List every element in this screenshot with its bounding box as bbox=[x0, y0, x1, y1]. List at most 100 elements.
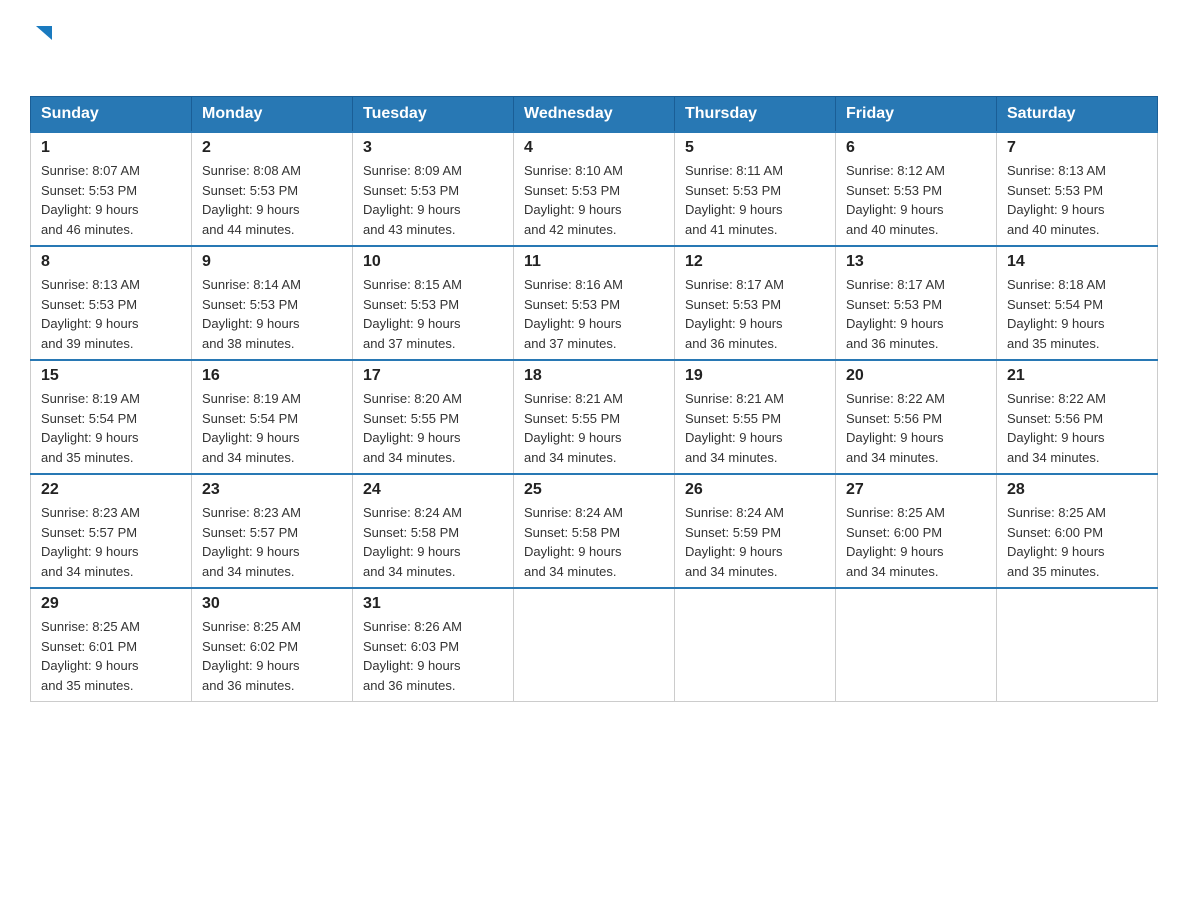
column-header-saturday: Saturday bbox=[997, 97, 1158, 133]
calendar-cell: 1 Sunrise: 8:07 AM Sunset: 5:53 PM Dayli… bbox=[31, 132, 192, 246]
day-number: 16 bbox=[202, 367, 342, 385]
calendar-cell: 13 Sunrise: 8:17 AM Sunset: 5:53 PM Dayl… bbox=[836, 246, 997, 360]
column-header-wednesday: Wednesday bbox=[514, 97, 675, 133]
day-info: Sunrise: 8:19 AM Sunset: 5:54 PM Dayligh… bbox=[202, 389, 342, 467]
day-info: Sunrise: 8:24 AM Sunset: 5:58 PM Dayligh… bbox=[363, 503, 503, 581]
calendar-cell bbox=[836, 588, 997, 702]
calendar-header-row: SundayMondayTuesdayWednesdayThursdayFrid… bbox=[31, 97, 1158, 133]
day-number: 7 bbox=[1007, 139, 1147, 157]
day-number: 21 bbox=[1007, 367, 1147, 385]
day-info: Sunrise: 8:17 AM Sunset: 5:53 PM Dayligh… bbox=[685, 275, 825, 353]
column-header-monday: Monday bbox=[192, 97, 353, 133]
week-row-1: 1 Sunrise: 8:07 AM Sunset: 5:53 PM Dayli… bbox=[31, 132, 1158, 246]
day-number: 26 bbox=[685, 481, 825, 499]
day-number: 29 bbox=[41, 595, 181, 613]
day-number: 28 bbox=[1007, 481, 1147, 499]
day-info: Sunrise: 8:18 AM Sunset: 5:54 PM Dayligh… bbox=[1007, 275, 1147, 353]
day-info: Sunrise: 8:23 AM Sunset: 5:57 PM Dayligh… bbox=[202, 503, 342, 581]
calendar-cell: 23 Sunrise: 8:23 AM Sunset: 5:57 PM Dayl… bbox=[192, 474, 353, 588]
calendar-cell: 5 Sunrise: 8:11 AM Sunset: 5:53 PM Dayli… bbox=[675, 132, 836, 246]
calendar-table: SundayMondayTuesdayWednesdayThursdayFrid… bbox=[30, 96, 1158, 702]
day-info: Sunrise: 8:25 AM Sunset: 6:00 PM Dayligh… bbox=[846, 503, 986, 581]
week-row-4: 22 Sunrise: 8:23 AM Sunset: 5:57 PM Dayl… bbox=[31, 474, 1158, 588]
day-number: 14 bbox=[1007, 253, 1147, 271]
day-number: 15 bbox=[41, 367, 181, 385]
column-header-tuesday: Tuesday bbox=[353, 97, 514, 133]
calendar-cell bbox=[514, 588, 675, 702]
week-row-5: 29 Sunrise: 8:25 AM Sunset: 6:01 PM Dayl… bbox=[31, 588, 1158, 702]
day-info: Sunrise: 8:26 AM Sunset: 6:03 PM Dayligh… bbox=[363, 617, 503, 695]
calendar-cell: 18 Sunrise: 8:21 AM Sunset: 5:55 PM Dayl… bbox=[514, 360, 675, 474]
calendar-cell: 28 Sunrise: 8:25 AM Sunset: 6:00 PM Dayl… bbox=[997, 474, 1158, 588]
calendar-cell: 21 Sunrise: 8:22 AM Sunset: 5:56 PM Dayl… bbox=[997, 360, 1158, 474]
column-header-thursday: Thursday bbox=[675, 97, 836, 133]
calendar-cell: 29 Sunrise: 8:25 AM Sunset: 6:01 PM Dayl… bbox=[31, 588, 192, 702]
day-info: Sunrise: 8:25 AM Sunset: 6:01 PM Dayligh… bbox=[41, 617, 181, 695]
week-row-2: 8 Sunrise: 8:13 AM Sunset: 5:53 PM Dayli… bbox=[31, 246, 1158, 360]
day-info: Sunrise: 8:24 AM Sunset: 5:59 PM Dayligh… bbox=[685, 503, 825, 581]
day-number: 31 bbox=[363, 595, 503, 613]
calendar-cell: 26 Sunrise: 8:24 AM Sunset: 5:59 PM Dayl… bbox=[675, 474, 836, 588]
calendar-cell: 8 Sunrise: 8:13 AM Sunset: 5:53 PM Dayli… bbox=[31, 246, 192, 360]
logo bbox=[30, 20, 54, 76]
calendar-cell: 9 Sunrise: 8:14 AM Sunset: 5:53 PM Dayli… bbox=[192, 246, 353, 360]
calendar-cell: 16 Sunrise: 8:19 AM Sunset: 5:54 PM Dayl… bbox=[192, 360, 353, 474]
calendar-cell: 11 Sunrise: 8:16 AM Sunset: 5:53 PM Dayl… bbox=[514, 246, 675, 360]
day-info: Sunrise: 8:09 AM Sunset: 5:53 PM Dayligh… bbox=[363, 161, 503, 239]
calendar-cell: 17 Sunrise: 8:20 AM Sunset: 5:55 PM Dayl… bbox=[353, 360, 514, 474]
day-info: Sunrise: 8:07 AM Sunset: 5:53 PM Dayligh… bbox=[41, 161, 181, 239]
day-info: Sunrise: 8:16 AM Sunset: 5:53 PM Dayligh… bbox=[524, 275, 664, 353]
day-info: Sunrise: 8:12 AM Sunset: 5:53 PM Dayligh… bbox=[846, 161, 986, 239]
day-info: Sunrise: 8:24 AM Sunset: 5:58 PM Dayligh… bbox=[524, 503, 664, 581]
day-number: 3 bbox=[363, 139, 503, 157]
calendar-body: 1 Sunrise: 8:07 AM Sunset: 5:53 PM Dayli… bbox=[31, 132, 1158, 702]
logo-triangle-icon bbox=[32, 22, 54, 44]
calendar-cell: 12 Sunrise: 8:17 AM Sunset: 5:53 PM Dayl… bbox=[675, 246, 836, 360]
day-info: Sunrise: 8:17 AM Sunset: 5:53 PM Dayligh… bbox=[846, 275, 986, 353]
day-number: 6 bbox=[846, 139, 986, 157]
page-header bbox=[30, 20, 1158, 76]
column-header-friday: Friday bbox=[836, 97, 997, 133]
day-info: Sunrise: 8:25 AM Sunset: 6:02 PM Dayligh… bbox=[202, 617, 342, 695]
calendar-cell: 30 Sunrise: 8:25 AM Sunset: 6:02 PM Dayl… bbox=[192, 588, 353, 702]
day-number: 19 bbox=[685, 367, 825, 385]
day-number: 27 bbox=[846, 481, 986, 499]
day-info: Sunrise: 8:21 AM Sunset: 5:55 PM Dayligh… bbox=[524, 389, 664, 467]
calendar-cell: 3 Sunrise: 8:09 AM Sunset: 5:53 PM Dayli… bbox=[353, 132, 514, 246]
day-number: 1 bbox=[41, 139, 181, 157]
calendar-cell: 14 Sunrise: 8:18 AM Sunset: 5:54 PM Dayl… bbox=[997, 246, 1158, 360]
day-info: Sunrise: 8:23 AM Sunset: 5:57 PM Dayligh… bbox=[41, 503, 181, 581]
day-number: 18 bbox=[524, 367, 664, 385]
day-number: 23 bbox=[202, 481, 342, 499]
day-info: Sunrise: 8:13 AM Sunset: 5:53 PM Dayligh… bbox=[1007, 161, 1147, 239]
column-header-sunday: Sunday bbox=[31, 97, 192, 133]
day-number: 4 bbox=[524, 139, 664, 157]
day-number: 25 bbox=[524, 481, 664, 499]
day-number: 8 bbox=[41, 253, 181, 271]
calendar-cell: 2 Sunrise: 8:08 AM Sunset: 5:53 PM Dayli… bbox=[192, 132, 353, 246]
day-info: Sunrise: 8:22 AM Sunset: 5:56 PM Dayligh… bbox=[1007, 389, 1147, 467]
day-info: Sunrise: 8:11 AM Sunset: 5:53 PM Dayligh… bbox=[685, 161, 825, 239]
calendar-cell: 7 Sunrise: 8:13 AM Sunset: 5:53 PM Dayli… bbox=[997, 132, 1158, 246]
day-number: 20 bbox=[846, 367, 986, 385]
calendar-cell: 4 Sunrise: 8:10 AM Sunset: 5:53 PM Dayli… bbox=[514, 132, 675, 246]
day-number: 30 bbox=[202, 595, 342, 613]
week-row-3: 15 Sunrise: 8:19 AM Sunset: 5:54 PM Dayl… bbox=[31, 360, 1158, 474]
day-number: 11 bbox=[524, 253, 664, 271]
calendar-cell: 6 Sunrise: 8:12 AM Sunset: 5:53 PM Dayli… bbox=[836, 132, 997, 246]
calendar-cell: 10 Sunrise: 8:15 AM Sunset: 5:53 PM Dayl… bbox=[353, 246, 514, 360]
day-number: 22 bbox=[41, 481, 181, 499]
calendar-cell bbox=[997, 588, 1158, 702]
day-info: Sunrise: 8:19 AM Sunset: 5:54 PM Dayligh… bbox=[41, 389, 181, 467]
calendar-cell: 22 Sunrise: 8:23 AM Sunset: 5:57 PM Dayl… bbox=[31, 474, 192, 588]
calendar-cell: 25 Sunrise: 8:24 AM Sunset: 5:58 PM Dayl… bbox=[514, 474, 675, 588]
calendar-cell: 15 Sunrise: 8:19 AM Sunset: 5:54 PM Dayl… bbox=[31, 360, 192, 474]
day-info: Sunrise: 8:15 AM Sunset: 5:53 PM Dayligh… bbox=[363, 275, 503, 353]
day-info: Sunrise: 8:08 AM Sunset: 5:53 PM Dayligh… bbox=[202, 161, 342, 239]
day-info: Sunrise: 8:21 AM Sunset: 5:55 PM Dayligh… bbox=[685, 389, 825, 467]
day-number: 2 bbox=[202, 139, 342, 157]
day-info: Sunrise: 8:22 AM Sunset: 5:56 PM Dayligh… bbox=[846, 389, 986, 467]
calendar-cell: 31 Sunrise: 8:26 AM Sunset: 6:03 PM Dayl… bbox=[353, 588, 514, 702]
calendar-cell: 20 Sunrise: 8:22 AM Sunset: 5:56 PM Dayl… bbox=[836, 360, 997, 474]
day-info: Sunrise: 8:13 AM Sunset: 5:53 PM Dayligh… bbox=[41, 275, 181, 353]
